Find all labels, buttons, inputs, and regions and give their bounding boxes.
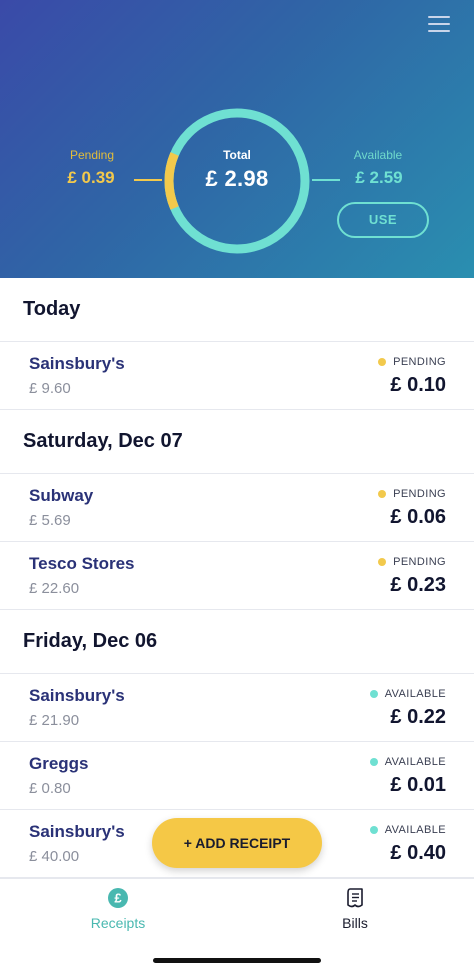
receipt-list: Today Sainsbury's £ 9.60 PENDING £ 0.10 … (0, 278, 474, 878)
status-text: PENDING (393, 356, 446, 368)
use-button[interactable]: USE (337, 202, 429, 238)
reward-amount: £ 0.23 (390, 574, 446, 596)
pending-amount: £ 0.39 (67, 168, 115, 187)
merchant-name: Sainsbury's (29, 822, 125, 841)
pending-dot-icon (378, 358, 387, 366)
pending-label: Pending (69, 148, 115, 162)
status-text: AVAILABLE (384, 824, 446, 836)
reward-amount: £ 0.01 (390, 774, 446, 796)
reward-amount: £ 0.22 (390, 706, 446, 728)
pending-dot-icon (378, 558, 387, 566)
status-badge: AVAILABLE (369, 824, 446, 836)
total-amount: £ 2.98 (205, 166, 269, 191)
status-badge: PENDING (378, 488, 446, 500)
section-header-dec-06: Friday, Dec 06 (0, 610, 474, 674)
section-header-dec-07: Saturday, Dec 07 (0, 410, 474, 474)
bill-receipt-icon (347, 888, 363, 908)
spent-amount: £ 40.00 (29, 848, 80, 865)
receipt-row[interactable]: Sainsbury's £ 21.90 AVAILABLE £ 0.22 (0, 674, 474, 742)
spent-amount: £ 9.60 (29, 380, 71, 397)
available-connector (312, 179, 340, 181)
status-text: PENDING (393, 488, 446, 500)
spent-amount: £ 0.80 (29, 780, 71, 797)
pending-connector (134, 179, 162, 181)
pound-coin-icon: £ (108, 888, 128, 908)
total-label: Total (223, 148, 251, 162)
merchant-name: Greggs (29, 754, 89, 773)
tab-bills-label: Bills (342, 915, 368, 931)
receipt-row[interactable]: Sainsbury's £ 9.60 PENDING £ 0.10 (0, 342, 474, 410)
status-text: PENDING (393, 556, 446, 568)
merchant-name: Tesco Stores (29, 554, 135, 573)
reward-amount: £ 0.40 (390, 842, 446, 864)
tab-receipts-label: Receipts (90, 915, 146, 931)
tab-receipts[interactable]: £ Receipts (58, 887, 178, 933)
receipt-row[interactable]: Tesco Stores £ 22.60 PENDING £ 0.23 (0, 542, 474, 610)
spent-amount: £ 5.69 (29, 512, 71, 529)
available-amount: £ 2.59 (355, 168, 403, 187)
section-header-today: Today (0, 278, 474, 342)
status-text: AVAILABLE (384, 688, 446, 700)
home-indicator (153, 958, 321, 963)
hamburger-menu-icon[interactable] (428, 16, 450, 34)
pending-dot-icon (378, 490, 387, 498)
status-badge: PENDING (378, 356, 446, 368)
spent-amount: £ 22.60 (29, 580, 80, 597)
balance-header: Pending £ 0.39 Total £ 2.98 Available £ … (0, 0, 474, 278)
add-receipt-button[interactable]: + ADD RECEIPT (152, 818, 322, 868)
spent-amount: £ 21.90 (29, 712, 80, 729)
status-badge: PENDING (378, 556, 446, 568)
merchant-name: Sainsbury's (29, 354, 125, 373)
available-dot-icon (369, 758, 378, 766)
svg-text:£: £ (114, 891, 122, 906)
merchant-name: Sainsbury's (29, 686, 125, 705)
status-badge: AVAILABLE (369, 688, 446, 700)
tab-bills[interactable]: Bills (295, 887, 415, 933)
available-dot-icon (369, 690, 378, 698)
receipt-row[interactable]: Greggs £ 0.80 AVAILABLE £ 0.01 (0, 742, 474, 810)
available-label: Available (353, 148, 403, 162)
available-dot-icon (369, 826, 378, 834)
receipt-row[interactable]: Subway £ 5.69 PENDING £ 0.06 (0, 474, 474, 542)
reward-amount: £ 0.10 (390, 374, 446, 396)
status-badge: AVAILABLE (369, 756, 446, 768)
status-text: AVAILABLE (384, 756, 446, 768)
reward-amount: £ 0.06 (390, 506, 446, 528)
merchant-name: Subway (29, 486, 94, 505)
